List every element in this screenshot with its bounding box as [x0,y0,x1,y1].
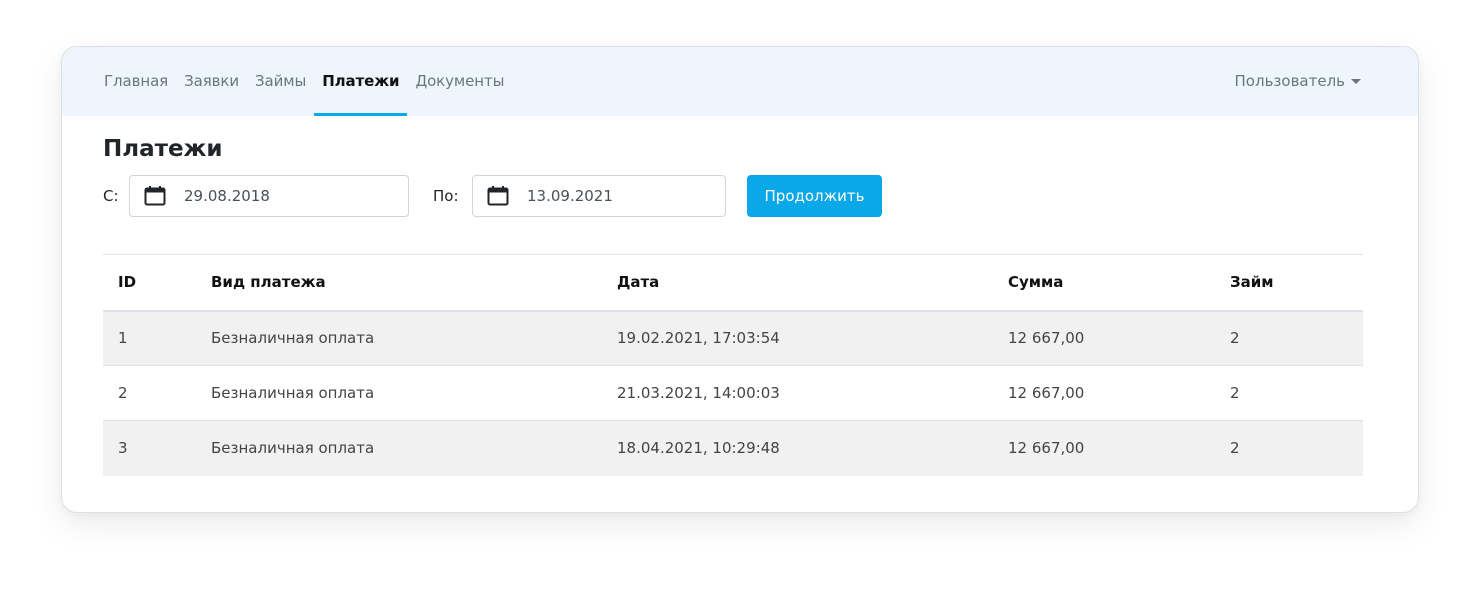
cell-loan: 2 [1215,310,1363,366]
table-header-row: ID Вид платежа Дата Сумма Займ [103,254,1363,312]
column-header-date: Дата [602,254,993,312]
calendar-icon [144,186,166,206]
date-to-input[interactable]: 13.09.2021 [472,175,726,217]
cell-payment-type: Безналичная оплата [196,420,602,476]
cell-payment-type: Безналичная оплата [196,310,602,366]
cell-payment-type: Безналичная оплата [196,365,602,421]
cell-date: 18.04.2021, 10:29:48 [602,420,993,476]
calendar-icon [487,186,509,206]
cell-date: 21.03.2021, 14:00:03 [602,365,993,421]
table-row: 3 Безналичная оплата 18.04.2021, 10:29:4… [103,420,1363,476]
column-header-payment-type: Вид платежа [196,254,602,312]
nav-item-loans[interactable]: Займы [247,47,314,116]
cell-date: 19.02.2021, 17:03:54 [602,310,993,366]
cell-id: 2 [103,365,196,421]
date-from-input[interactable]: 29.08.2018 [129,175,409,217]
user-menu-label: Пользователь [1234,72,1345,90]
nav-links: Главная Заявки Займы Платежи Документы [104,47,512,116]
cell-amount: 12 667,00 [993,420,1215,476]
table-row: 1 Безналичная оплата 19.02.2021, 17:03:5… [103,310,1363,366]
column-header-loan: Займ [1215,254,1363,312]
cell-loan: 2 [1215,420,1363,476]
top-navbar: Главная Заявки Займы Платежи Документы П… [62,47,1418,116]
cell-id: 3 [103,420,196,476]
continue-button[interactable]: Продолжить [747,175,882,217]
page-title: Платежи [103,136,223,162]
cell-id: 1 [103,310,196,366]
cell-amount: 12 667,00 [993,365,1215,421]
nav-item-payments[interactable]: Платежи [314,47,408,116]
date-from-label: С: [103,187,119,205]
column-header-id: ID [103,254,196,312]
cell-loan: 2 [1215,365,1363,421]
caret-down-icon [1351,79,1361,84]
date-from-value: 29.08.2018 [184,187,270,205]
date-to-label: По: [433,187,459,205]
date-to-value: 13.09.2021 [527,187,613,205]
main-card: Главная Заявки Займы Платежи Документы П… [61,46,1419,513]
payments-table: ID Вид платежа Дата Сумма Займ 1 Безнали… [103,254,1363,476]
nav-item-main[interactable]: Главная [104,47,176,116]
nav-item-applications[interactable]: Заявки [176,47,247,116]
cell-amount: 12 667,00 [993,310,1215,366]
column-header-amount: Сумма [993,254,1215,312]
nav-item-documents[interactable]: Документы [407,47,512,116]
user-menu-dropdown[interactable]: Пользователь [1235,47,1361,116]
table-row: 2 Безналичная оплата 21.03.2021, 14:00:0… [103,365,1363,421]
